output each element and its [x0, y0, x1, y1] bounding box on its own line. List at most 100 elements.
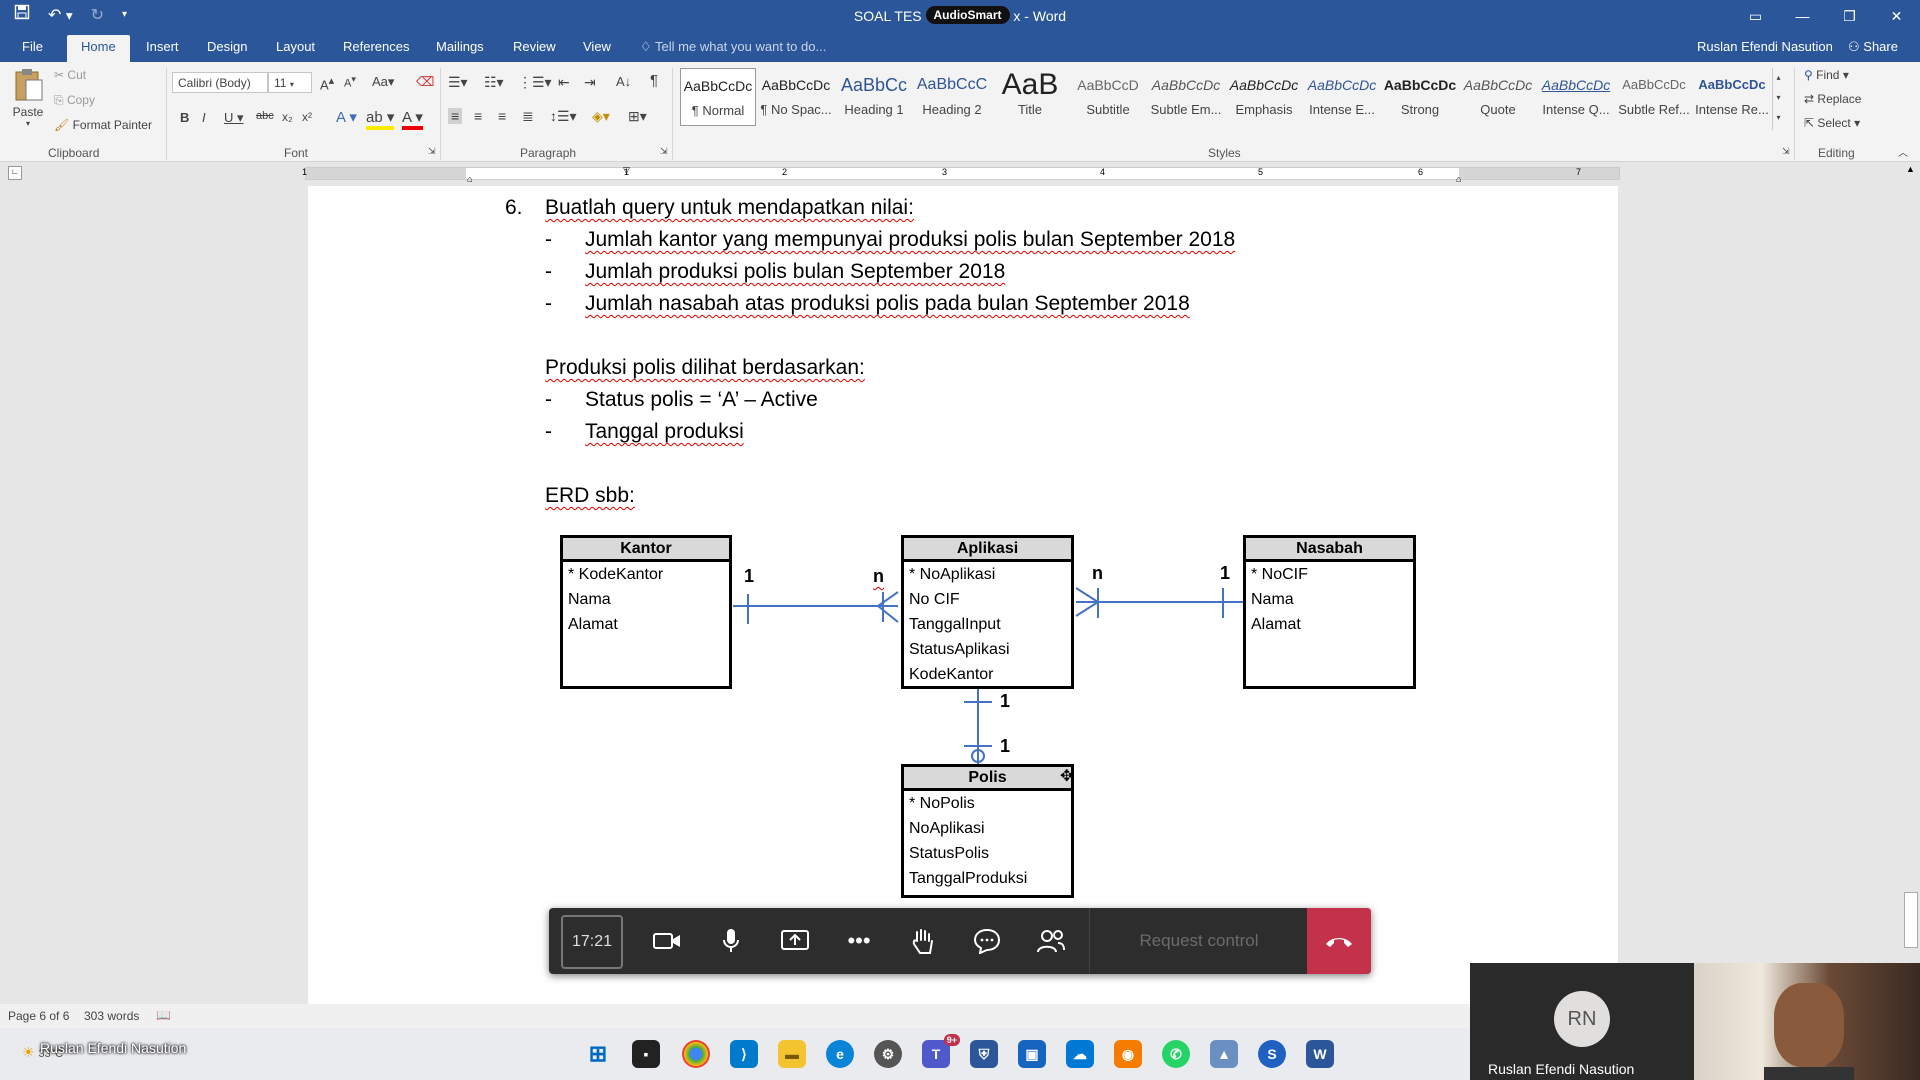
line-spacing-icon[interactable]: ↕☰▾	[550, 108, 577, 125]
highlight-color-icon[interactable]: ab ▾	[366, 108, 395, 130]
multilevel-list-icon[interactable]: ⋮☰▾	[518, 74, 552, 91]
text-effects-icon[interactable]: A ▾	[336, 108, 357, 126]
style-subtitle[interactable]: AaBbCcD Subtitle	[1070, 68, 1146, 126]
font-color-icon[interactable]: A ▾	[402, 108, 423, 130]
bold-icon[interactable]: B	[180, 110, 189, 125]
superscript-icon[interactable]: x²	[302, 110, 312, 124]
security-icon[interactable]: ⛨	[970, 1040, 998, 1068]
style-intense-quote[interactable]: AaBbCcDc Intense Q...	[1538, 68, 1614, 126]
tab-selector-icon[interactable]: ∟	[8, 166, 22, 180]
tab-home[interactable]: Home	[67, 35, 130, 62]
tab-layout[interactable]: Layout	[276, 39, 315, 54]
task-view-icon[interactable]: ▪	[632, 1040, 660, 1068]
tab-insert[interactable]: Insert	[146, 39, 179, 54]
align-left-icon[interactable]: ≡	[448, 108, 463, 124]
camera-icon[interactable]	[651, 925, 683, 957]
font-family-select[interactable]: Calibri (Body)	[172, 72, 268, 93]
vscode-icon[interactable]: ⟩	[730, 1040, 758, 1068]
edge-icon[interactable]: e	[826, 1040, 854, 1068]
request-control-button[interactable]: Request control	[1109, 925, 1289, 957]
camera-video-tile[interactable]	[1694, 963, 1920, 1080]
chat-icon[interactable]	[971, 925, 1003, 957]
clear-formatting-icon[interactable]: ⌫	[416, 74, 434, 90]
style-quote[interactable]: AaBbCcDc Quote	[1460, 68, 1536, 126]
style-emphasis[interactable]: AaBbCcDc Emphasis	[1226, 68, 1302, 126]
participant-tile[interactable]: RN Ruslan Efendi Nasution	[1470, 963, 1694, 1080]
sort-icon[interactable]: A↓	[616, 74, 631, 89]
participants-icon[interactable]	[1035, 925, 1067, 957]
settings-icon[interactable]: ⚙	[874, 1040, 902, 1068]
restore-button[interactable]: ❐	[1826, 0, 1873, 32]
style-title[interactable]: AaB Title	[992, 68, 1068, 126]
first-line-indent-marker[interactable]: ▽	[623, 165, 630, 176]
align-center-icon[interactable]: ≡	[474, 108, 482, 124]
page-indicator[interactable]: Page 6 of 6	[8, 1009, 69, 1023]
right-indent-marker[interactable]: ⌂	[1456, 174, 1461, 184]
remote-desktop-icon[interactable]: ▣	[1018, 1040, 1046, 1068]
italic-icon[interactable]: I	[202, 110, 206, 125]
grow-font-icon[interactable]: A▴	[320, 74, 334, 92]
replace-button[interactable]: ⇄ Replace	[1804, 92, 1861, 106]
minimize-button[interactable]: —	[1779, 0, 1826, 32]
subscript-icon[interactable]: x₂	[282, 110, 293, 124]
horizontal-ruler[interactable]: 1 1 2 3 4 5 6 7 ⌂ ▽ ⌂	[302, 165, 1620, 184]
style-no-spacing[interactable]: AaBbCcDc ¶ No Spac...	[758, 68, 834, 126]
tab-design[interactable]: Design	[207, 39, 247, 54]
borders-icon[interactable]: ⊞▾	[628, 108, 647, 125]
style-intense-reference[interactable]: AaBbCcDc Intense Re...	[1694, 68, 1770, 126]
windows-start-icon[interactable]: ⊞	[584, 1040, 612, 1068]
word-count[interactable]: 303 words	[84, 1009, 139, 1023]
styles-dialog-launcher-icon[interactable]: ⇲	[1782, 146, 1790, 157]
photos-icon[interactable]: ▲	[1210, 1040, 1238, 1068]
tab-mailings[interactable]: Mailings	[436, 39, 484, 54]
style-intense-emphasis[interactable]: AaBbCcDc Intense E...	[1304, 68, 1380, 126]
shrink-font-icon[interactable]: A▾	[344, 74, 356, 90]
hang-up-button[interactable]	[1307, 908, 1371, 974]
whatsapp-icon[interactable]: ✆	[1162, 1040, 1190, 1068]
change-case-icon[interactable]: Aa▾	[372, 74, 394, 90]
app-icon[interactable]: S	[1258, 1040, 1286, 1068]
style-heading-2[interactable]: AaBbCcC Heading 2	[914, 68, 990, 126]
collapse-ribbon-icon[interactable]: ︿	[1898, 144, 1908, 159]
format-painter-button[interactable]: 🖌 Format Painter	[54, 118, 152, 132]
style-strong[interactable]: AaBbCcDc Strong	[1382, 68, 1458, 126]
increase-indent-icon[interactable]: ⇥	[584, 74, 596, 91]
paragraph-dialog-launcher-icon[interactable]: ⇲	[660, 146, 668, 157]
proofing-icon[interactable]: 📖	[156, 1008, 171, 1022]
style-subtle-reference[interactable]: AaBbCcDc Subtle Ref...	[1616, 68, 1692, 126]
strikethrough-icon[interactable]: abc	[256, 110, 274, 122]
find-button[interactable]: ⚲ Find ▾	[1804, 68, 1849, 82]
tab-references[interactable]: References	[343, 39, 409, 54]
tab-file[interactable]: File	[22, 39, 43, 54]
tell-me-box[interactable]: ♢ Tell me what you want to do...	[640, 39, 826, 55]
scroll-thumb[interactable]	[1904, 892, 1918, 948]
vertical-scrollbar[interactable]: ▲	[1902, 162, 1920, 1007]
show-formatting-icon[interactable]: ¶	[650, 72, 658, 89]
tab-review[interactable]: Review	[513, 39, 556, 54]
close-button[interactable]: ✕	[1873, 0, 1920, 32]
font-size-select[interactable]: 11 ▾	[268, 72, 312, 93]
paste-button[interactable]: Paste ▾	[8, 68, 48, 140]
styles-scroll[interactable]: ▴ ▾ ▾	[1772, 68, 1784, 130]
more-options-icon[interactable]: •••	[843, 925, 875, 957]
teams-icon[interactable]: T 9+	[922, 1034, 960, 1068]
word-icon[interactable]: W	[1306, 1040, 1334, 1068]
scroll-up-icon[interactable]: ▲	[1906, 164, 1915, 174]
justify-icon[interactable]: ≣	[522, 108, 534, 125]
align-right-icon[interactable]: ≡	[498, 108, 506, 124]
shading-icon[interactable]: ◈▾	[592, 108, 610, 125]
select-button[interactable]: ⇱ Select ▾	[1804, 116, 1860, 130]
screen-capture-icon[interactable]: ◉	[1114, 1040, 1142, 1068]
share-button[interactable]: ⚇ Share	[1848, 39, 1898, 55]
microphone-icon[interactable]	[715, 925, 747, 957]
bullets-icon[interactable]: ☰▾	[448, 74, 468, 91]
underline-icon[interactable]: U ▾	[224, 110, 244, 126]
decrease-indent-icon[interactable]: ⇤	[558, 74, 570, 91]
style-heading-1[interactable]: AaBbCc Heading 1	[836, 68, 912, 126]
share-screen-icon[interactable]	[779, 925, 811, 957]
document-page[interactable]: 6. Buatlah query untuk mendapatkan nilai…	[308, 186, 1618, 1006]
raise-hand-icon[interactable]	[907, 925, 939, 957]
file-explorer-icon[interactable]: ▬	[778, 1040, 806, 1068]
numbering-icon[interactable]: ☷▾	[484, 74, 504, 91]
style-normal[interactable]: AaBbCcDc ¶ Normal	[680, 68, 756, 126]
